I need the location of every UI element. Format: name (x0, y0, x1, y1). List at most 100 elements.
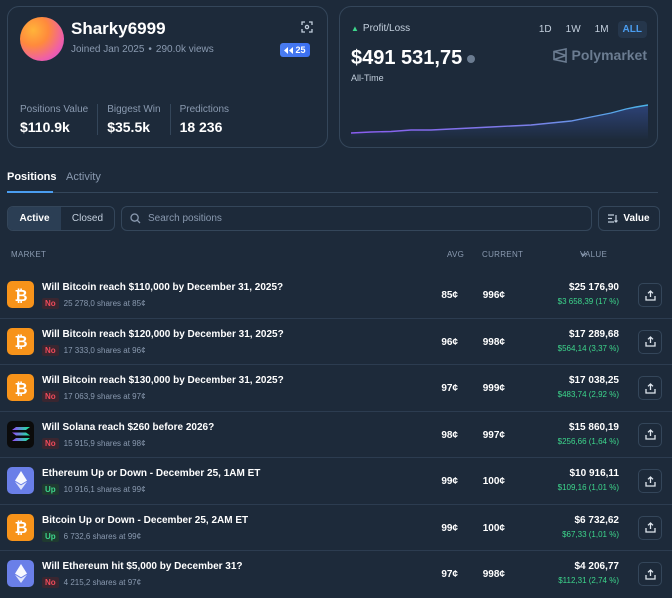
up-triangle-icon: ▲ (351, 24, 359, 33)
market-title[interactable]: Ethereum Up or Down - December 25, 1AM E… (42, 468, 260, 479)
column-avg: AVG (447, 250, 465, 259)
avatar[interactable] (20, 17, 64, 61)
position-value: $6 732,62 (574, 514, 620, 526)
position-pnl: $483,74 (2,92 %) (557, 390, 619, 399)
share-button[interactable] (638, 376, 662, 400)
position-row[interactable]: Will Ethereum hit $5,000 by December 31?… (0, 551, 672, 598)
tab-underline (7, 191, 53, 193)
position-row[interactable]: Will Solana reach $260 before 2026? No 15 … (0, 412, 672, 458)
current-price: 996¢ (482, 290, 505, 301)
position-pnl: $109,16 (1,01 %) (557, 483, 619, 492)
position-row[interactable]: ₿ Will Bitcoin reach $120,000 by December… (0, 319, 672, 365)
filter-active-button[interactable]: Active (8, 207, 61, 230)
bitcoin-icon: ₿ (7, 374, 34, 401)
position-row[interactable]: ₿ Bitcoin Up or Down - December 25, 2AM E… (0, 505, 672, 551)
outcome-badge: No (42, 391, 59, 402)
market-title[interactable]: Will Ethereum hit $5,000 by December 31? (42, 561, 243, 572)
meta-separator: • (148, 44, 152, 55)
range-all[interactable]: ALL (617, 21, 647, 38)
share-icon (644, 475, 656, 487)
share-icon (644, 336, 656, 347)
share-button[interactable] (638, 422, 662, 447)
position-pnl: $67,33 (1,01 %) (562, 529, 619, 539)
position-pnl: $256,66 (1,64 %) (557, 436, 619, 446)
position-row[interactable]: ₿ Will Bitcoin reach $110,000 by December… (0, 272, 672, 319)
share-button[interactable] (638, 562, 662, 586)
range-1w[interactable]: 1W (561, 21, 586, 38)
share-button[interactable] (638, 283, 662, 307)
table-header: MARKET AVG CURRENT VALUE (0, 250, 672, 264)
position-pnl: $112,31 (2,74 %) (558, 576, 619, 585)
positions-list: ₿ Will Bitcoin reach $110,000 by December… (0, 272, 672, 598)
info-icon[interactable] (467, 54, 476, 63)
market-title[interactable]: Bitcoin Up or Down - December 25, 2AM ET (42, 515, 248, 526)
avg-price: 99¢ (441, 522, 458, 534)
search-input[interactable] (148, 213, 568, 224)
outcome-badge: No (42, 344, 59, 356)
view-count: 290.0k views (155, 44, 214, 55)
share-button[interactable] (638, 469, 662, 493)
username: Sharky6999 (71, 19, 166, 38)
stat-label: Positions Value (20, 104, 89, 115)
rank-badge-value: 25 (295, 45, 306, 55)
share-button[interactable] (638, 329, 662, 354)
tab-activity[interactable]: Activity (66, 171, 101, 183)
current-price: 999¢ (482, 383, 505, 394)
share-icon (644, 568, 656, 580)
solana-icon (7, 420, 34, 448)
range-1d[interactable]: 1D (534, 21, 557, 38)
share-icon (644, 289, 656, 301)
column-market: MARKET (11, 250, 47, 259)
shares-text: 25 278,0 shares at 85¢ (63, 299, 146, 308)
current-price: 997¢ (482, 429, 505, 441)
double-chevron-icon (284, 46, 294, 54)
outcome-badge: No (42, 298, 59, 309)
search-icon (130, 213, 141, 224)
pnl-label-text: Profit/Loss (362, 23, 411, 34)
ethereum-icon (7, 560, 34, 587)
position-details: No 25 278,0 shares at 85¢ (42, 298, 146, 309)
pnl-value: $491 531,75 (351, 47, 476, 70)
current-price: 100¢ (482, 522, 505, 534)
market-title[interactable]: Will Solana reach $260 before 2026? (42, 422, 214, 433)
polymarket-wordmark: Polymarket (571, 47, 647, 63)
bitcoin-icon: ₿ (7, 281, 34, 308)
position-details: No 15 915,9 shares at 98¢ (42, 437, 146, 449)
share-icon (644, 522, 656, 533)
scan-icon[interactable] (301, 21, 313, 33)
shares-text: 15 915,9 shares at 98¢ (63, 438, 146, 448)
position-details: No 17 063,9 shares at 97¢ (42, 391, 146, 402)
position-value: $10 916,11 (569, 468, 620, 479)
sort-icon (608, 214, 619, 223)
polymarket-icon (552, 47, 567, 63)
rank-badge[interactable]: 25 (280, 43, 310, 57)
column-current: CURRENT (482, 250, 524, 259)
market-title[interactable]: Will Bitcoin reach $130,000 by December … (42, 375, 284, 386)
stat-biggest-win: Biggest Win $35.5k (107, 104, 171, 135)
range-1m[interactable]: 1M (590, 21, 614, 38)
market-title[interactable]: Will Bitcoin reach $120,000 by December … (42, 329, 284, 340)
status-filter: Active Closed (7, 206, 115, 231)
market-title[interactable]: Will Bitcoin reach $110,000 by December … (42, 282, 283, 293)
position-row[interactable]: Ethereum Up or Down - December 25, 1AM E… (0, 458, 672, 505)
column-value[interactable]: VALUE (580, 250, 607, 259)
svg-text:₿: ₿ (14, 379, 27, 397)
filter-closed-button[interactable]: Closed (61, 207, 114, 230)
pnl-chart (351, 104, 648, 140)
current-price: 100¢ (482, 476, 505, 487)
outcome-badge: Up (42, 530, 59, 542)
share-button[interactable] (638, 515, 662, 540)
stat-label: Biggest Win (107, 104, 161, 115)
avg-price: 98¢ (441, 429, 458, 441)
pnl-area (351, 105, 648, 140)
polymarket-logo: Polymarket (552, 47, 647, 63)
sort-button[interactable]: Value (598, 206, 660, 231)
position-row[interactable]: ₿ Will Bitcoin reach $130,000 by December… (0, 365, 672, 412)
position-value: $17 038,25 (568, 375, 619, 386)
share-icon (644, 382, 656, 394)
position-details: No 4 215,2 shares at 97¢ (42, 577, 141, 588)
profile-meta: Joined Jan 2025 • 290.0k views (71, 44, 214, 55)
position-pnl: $564,14 (3,37 %) (557, 343, 619, 353)
tab-positions[interactable]: Positions (7, 171, 57, 183)
position-details: Up 6 732,6 shares at 99¢ (42, 530, 141, 542)
